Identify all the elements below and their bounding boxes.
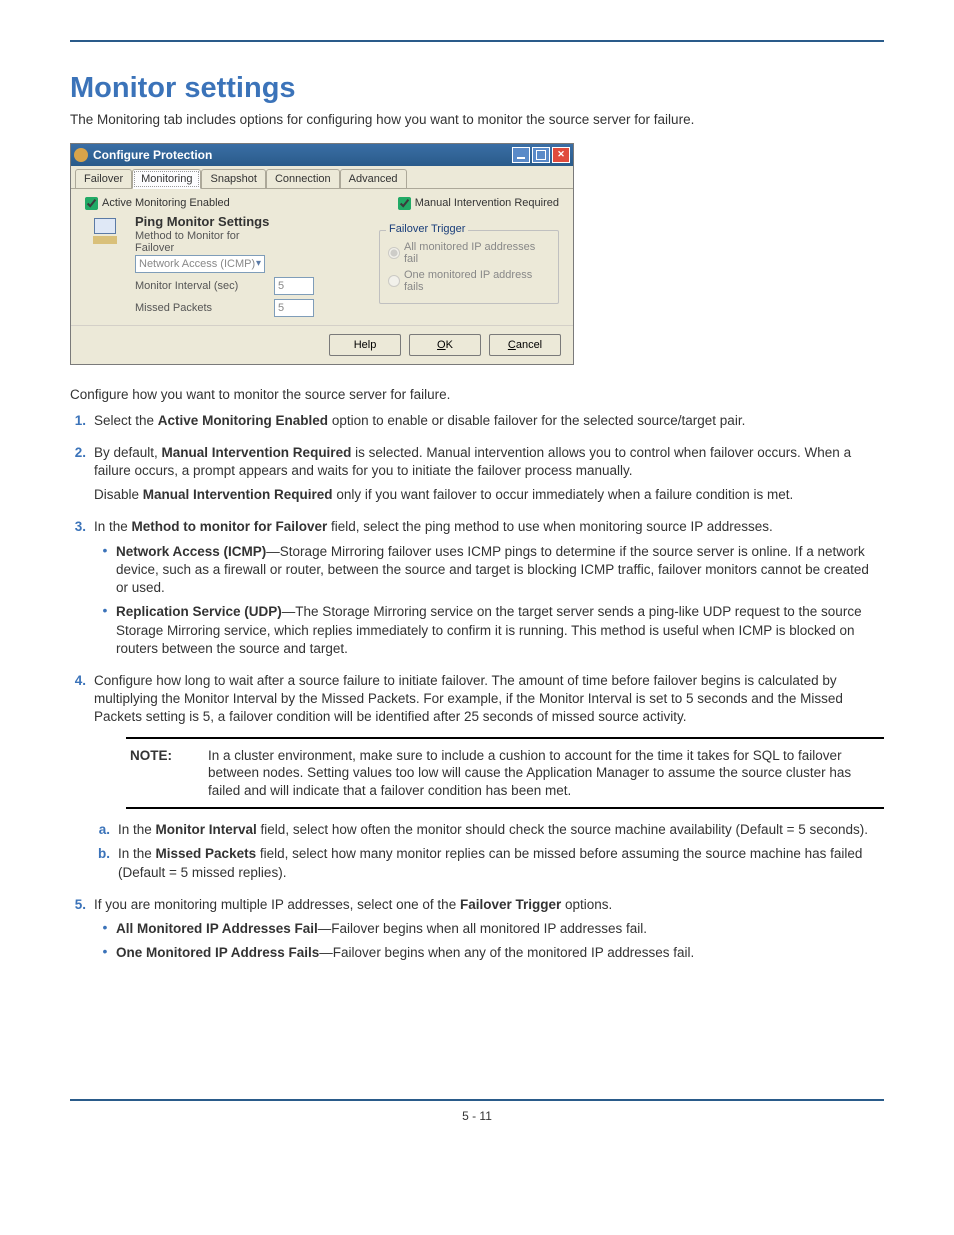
help-button[interactable]: Help (329, 334, 401, 356)
note-label: NOTE: (130, 747, 190, 800)
note-box: NOTE: In a cluster environment, make sur… (126, 737, 884, 810)
configure-protection-dialog: Configure Protection Failover Monitoring… (70, 143, 574, 365)
cancel-button[interactable]: Cancel (489, 334, 561, 356)
step-2b: Disable Manual Intervention Required onl… (94, 486, 884, 504)
bullet-icon: • (94, 543, 116, 598)
active-monitoring-checkbox[interactable] (85, 197, 98, 210)
radio-all-label: All monitored IP addresses fail (404, 241, 550, 265)
window-title: Configure Protection (93, 148, 512, 162)
step-1: Select the Active Monitoring Enabled opt… (94, 412, 884, 430)
step-number: 2. (70, 444, 94, 511)
bullet-one-fail: One Monitored IP Address Fails—Failover … (116, 944, 884, 962)
tab-failover[interactable]: Failover (75, 169, 132, 188)
maximize-button[interactable] (532, 147, 550, 163)
ping-settings-heading: Ping Monitor Settings (135, 214, 369, 229)
substep-letter: b. (94, 845, 118, 881)
bullet-udp: Replication Service (UDP)—The Storage Mi… (116, 603, 884, 658)
radio-one-fail[interactable] (388, 275, 400, 287)
minimize-button[interactable] (512, 147, 530, 163)
step-number: 4. (70, 672, 94, 888)
radio-one-label: One monitored IP address fails (404, 269, 550, 293)
bullet-icmp: Network Access (ICMP)—Storage Mirroring … (116, 543, 884, 598)
tab-monitoring[interactable]: Monitoring (132, 169, 201, 189)
page-title: Monitor settings (70, 72, 884, 105)
step-5: If you are monitoring multiple IP addres… (94, 896, 884, 914)
app-icon (74, 148, 88, 162)
method-dropdown[interactable]: Network Access (ICMP) (135, 255, 265, 273)
substep-b: In the Missed Packets field, select how … (118, 845, 884, 881)
substep-letter: a. (94, 821, 118, 839)
tab-strip: Failover Monitoring Snapshot Connection … (71, 166, 573, 189)
tab-advanced[interactable]: Advanced (340, 169, 407, 188)
intro-text: The Monitoring tab includes options for … (70, 111, 884, 129)
step-3: In the Method to monitor for Failover fi… (94, 518, 884, 536)
active-monitoring-label: Active Monitoring Enabled (102, 197, 230, 209)
titlebar: Configure Protection (71, 144, 573, 166)
step-number: 5. (70, 896, 94, 969)
bullet-icon: • (94, 603, 116, 658)
note-body: In a cluster environment, make sure to i… (208, 747, 880, 800)
monitor-icon (94, 218, 116, 234)
bullet-all-fail: All Monitored IP Addresses Fail—Failover… (116, 920, 884, 938)
failover-trigger-group: Failover Trigger All monitored IP addres… (379, 230, 559, 304)
tab-snapshot[interactable]: Snapshot (201, 169, 265, 188)
interval-label: Monitor Interval (sec) (135, 280, 270, 292)
page-footer: 5 - 11 (70, 1099, 884, 1123)
close-button[interactable] (552, 147, 570, 163)
step-number: 1. (70, 412, 94, 436)
method-label: Method to Monitor for Failover (135, 230, 270, 254)
trigger-legend: Failover Trigger (386, 223, 468, 235)
lead-text: Configure how you want to monitor the so… (70, 387, 884, 402)
bullet-icon: • (94, 920, 116, 938)
missed-input[interactable]: 5 (274, 299, 314, 317)
missed-label: Missed Packets (135, 302, 270, 314)
step-number: 3. (70, 518, 94, 664)
step-2a: By default, Manual Intervention Required… (94, 444, 884, 480)
manual-intervention-label: Manual Intervention Required (415, 197, 559, 209)
manual-intervention-checkbox[interactable] (398, 197, 411, 210)
tab-connection[interactable]: Connection (266, 169, 340, 188)
substep-a: In the Monitor Interval field, select ho… (118, 821, 884, 839)
interval-input[interactable]: 5 (274, 277, 314, 295)
ok-button[interactable]: OK (409, 334, 481, 356)
bullet-icon: • (94, 944, 116, 962)
radio-all-fail[interactable] (388, 247, 400, 259)
step-4: Configure how long to wait after a sourc… (94, 672, 884, 727)
network-icon (93, 236, 117, 244)
